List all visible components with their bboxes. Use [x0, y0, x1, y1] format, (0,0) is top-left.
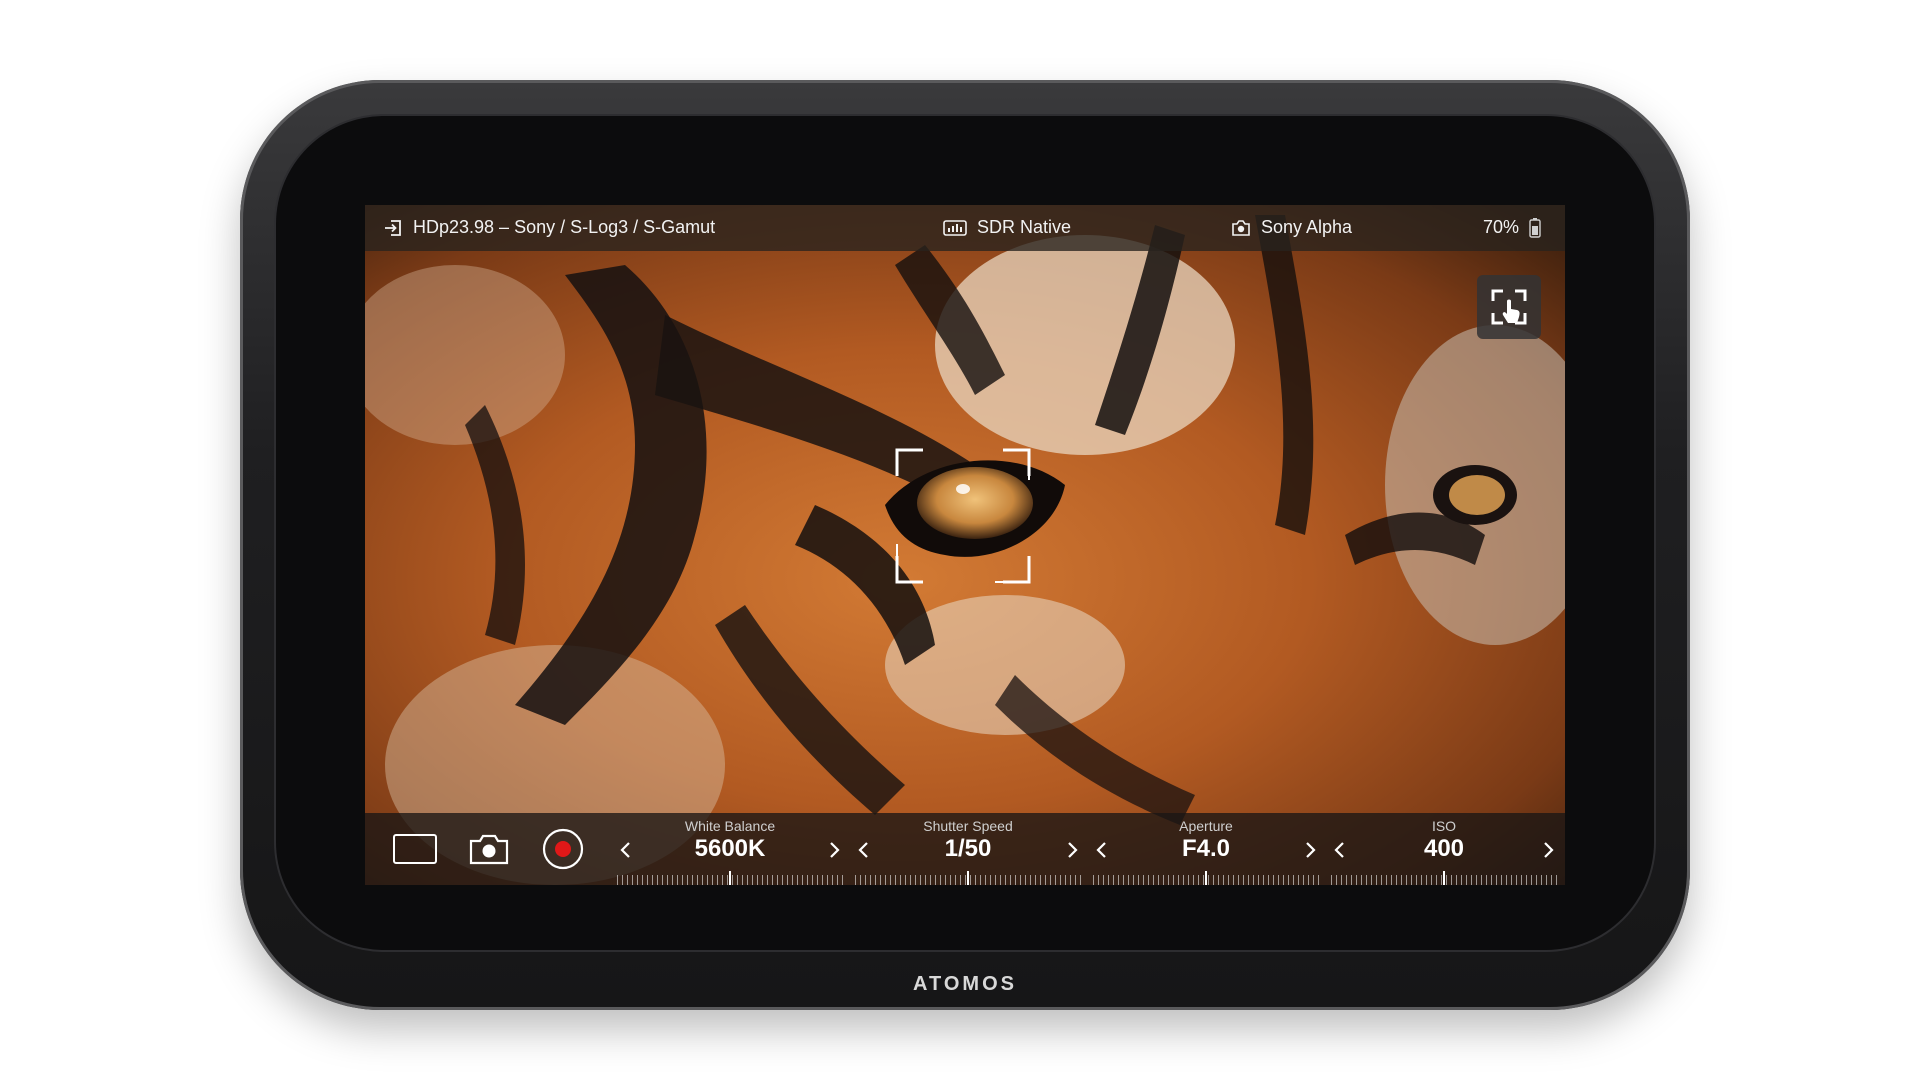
record-button[interactable] — [541, 827, 585, 871]
shutter-speed-indicator — [967, 871, 969, 885]
iso-value: 400 — [1423, 835, 1465, 862]
iso-decrease-chevron-left-icon[interactable] — [1333, 841, 1345, 864]
input-format-text: HDp23.98 – Sony / S-Log3 / S-Gamut — [413, 217, 716, 237]
camera-name-text: Sony Alpha — [1261, 217, 1353, 237]
camera-control-bar: White Balance 5600K Shutter Speed 1/50 A… — [365, 813, 1565, 885]
monitor-screen[interactable]: HDp23.98 – Sony / S-Log3 / S-Gamut SDR N… — [365, 205, 1565, 885]
iso-control[interactable]: ISO 400 — [1325, 813, 1563, 885]
white-balance-label: White Balance — [684, 818, 776, 834]
monitor-icon — [943, 219, 967, 237]
shutter-speed-decrease-chevron-left-icon[interactable] — [857, 841, 869, 864]
battery-level-text: 70% — [1483, 217, 1520, 237]
white-balance-decrease-chevron-left-icon[interactable] — [619, 841, 631, 864]
monitor-mode-text: SDR Native — [977, 217, 1072, 237]
autofocus-frame[interactable] — [895, 448, 1031, 584]
touch-expand-icon — [1489, 287, 1529, 327]
iso-label: ISO — [1431, 818, 1457, 834]
status-bar: HDp23.98 – Sony / S-Log3 / S-Gamut SDR N… — [365, 205, 1565, 251]
aperture-increase-chevron-right-icon[interactable] — [1305, 841, 1317, 864]
camera-icon — [1231, 219, 1251, 237]
shutter-speed-label: Shutter Speed — [923, 818, 1013, 834]
aperture-control[interactable]: Aperture F4.0 — [1087, 813, 1325, 885]
input-status[interactable]: HDp23.98 – Sony / S-Log3 / S-Gamut — [383, 217, 715, 238]
snapshot-icon — [469, 833, 509, 865]
aperture-value: F4.0 — [1181, 835, 1231, 862]
white-balance-indicator — [729, 871, 731, 885]
iso-indicator — [1443, 871, 1445, 885]
white-balance-control[interactable]: White Balance 5600K — [611, 813, 849, 885]
frame-guide-button[interactable] — [393, 827, 437, 871]
aperture-indicator — [1205, 871, 1207, 885]
frame-guide-icon — [393, 834, 437, 864]
shutter-speed-value: 1/50 — [944, 835, 992, 862]
aperture-decrease-chevron-left-icon[interactable] — [1095, 841, 1107, 864]
iso-increase-chevron-right-icon[interactable] — [1543, 841, 1555, 864]
camera-status[interactable]: Sony Alpha — [1231, 217, 1352, 238]
battery-status: 70% — [1483, 217, 1541, 238]
monitor-mode-status[interactable]: SDR Native — [943, 217, 1071, 238]
shutter-speed-increase-chevron-right-icon[interactable] — [1067, 841, 1079, 864]
input-icon — [383, 219, 403, 237]
battery-icon — [1529, 217, 1541, 238]
aperture-label: Aperture — [1179, 818, 1233, 834]
white-balance-value: 5600K — [694, 835, 766, 862]
shutter-speed-control[interactable]: Shutter Speed 1/50 — [849, 813, 1087, 885]
brand-logo: ATOMOS — [913, 973, 1017, 995]
touch-expand-button[interactable] — [1477, 275, 1541, 339]
white-balance-increase-chevron-right-icon[interactable] — [829, 841, 841, 864]
record-icon — [542, 828, 584, 870]
snapshot-button[interactable] — [467, 827, 511, 871]
